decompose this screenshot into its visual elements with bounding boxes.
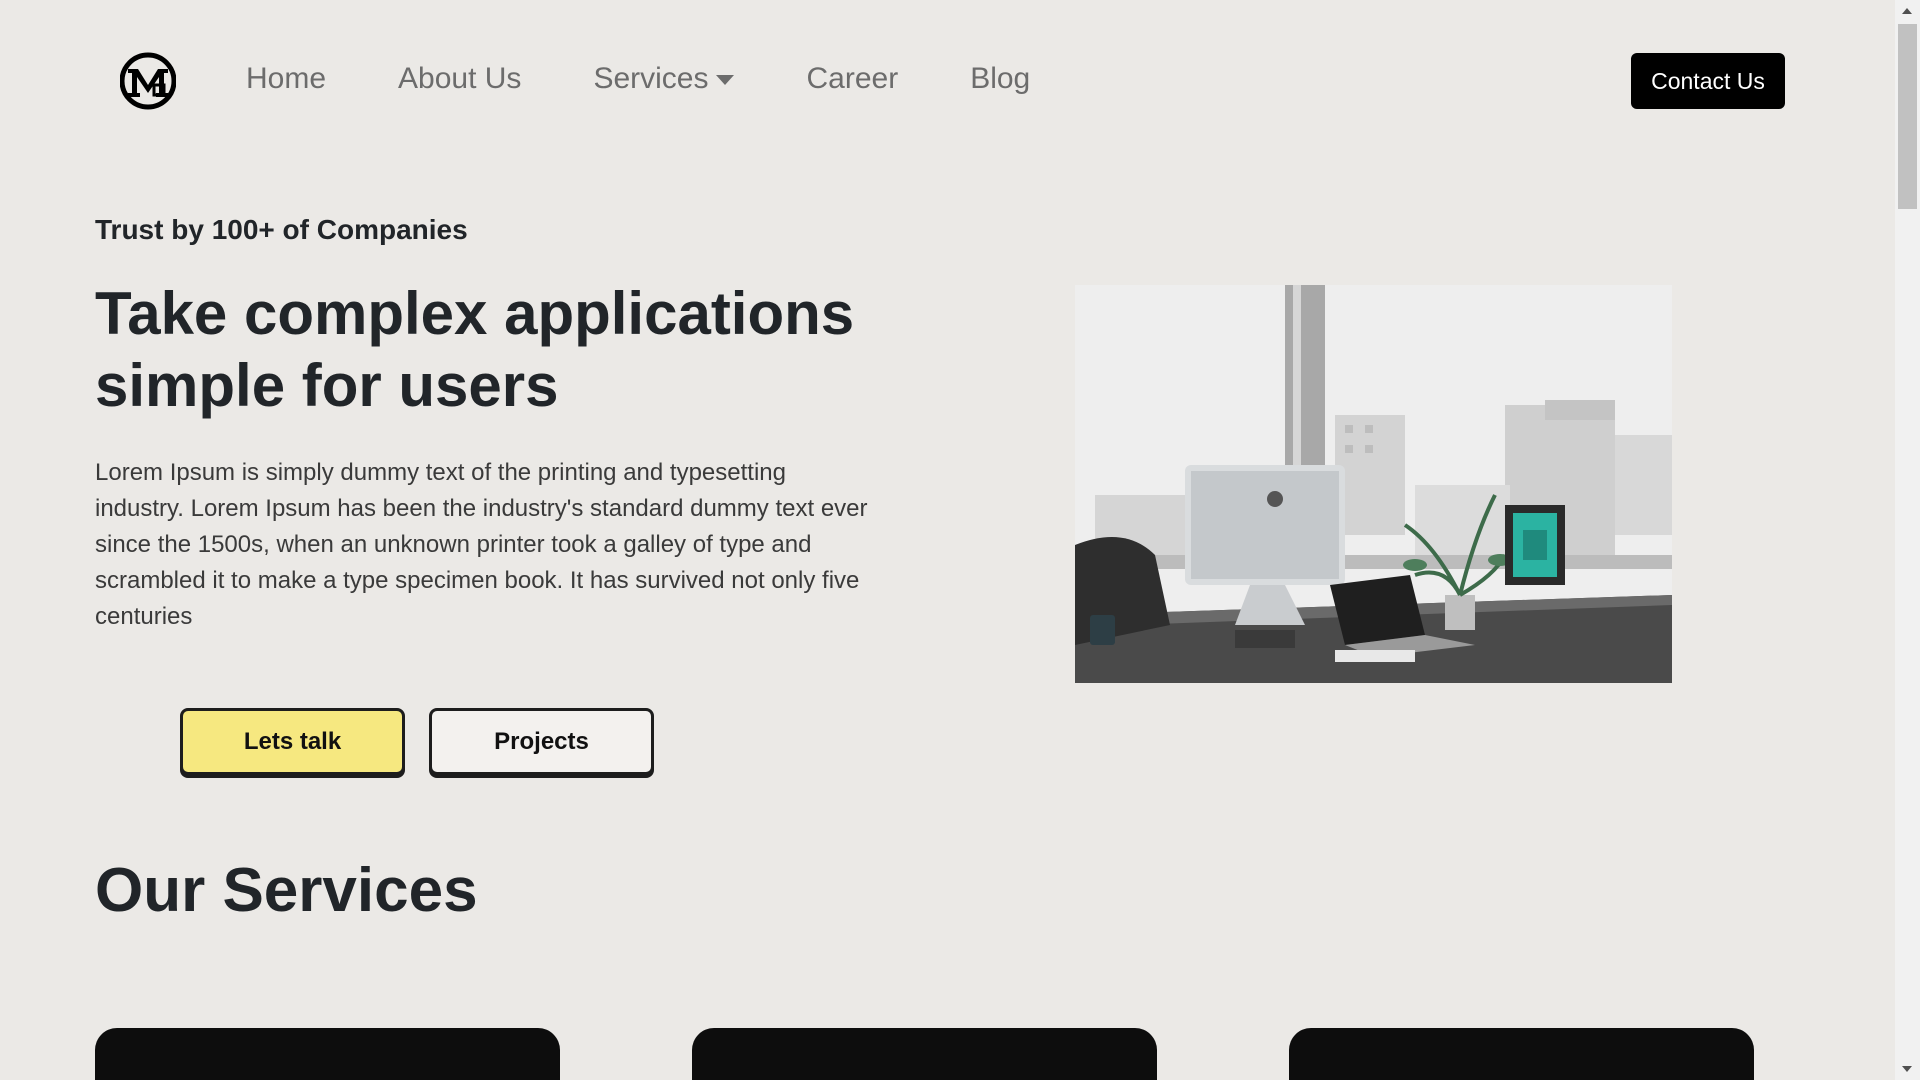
nav-home-label: Home (246, 62, 327, 95)
caret-down-icon (716, 75, 735, 85)
nav-about-us[interactable]: About Us (398, 62, 521, 96)
nav-services-label: Services (593, 62, 709, 95)
projects-button[interactable]: Projects (429, 708, 654, 775)
nav-home[interactable]: Home (246, 62, 326, 96)
scroll-up-arrow-icon[interactable] (1902, 8, 1912, 14)
nav-about-label: About Us (398, 62, 522, 95)
nav-career[interactable]: Career (806, 62, 898, 96)
vertical-scrollbar[interactable] (1895, 0, 1920, 1080)
nav-blog-label: Blog (970, 62, 1031, 95)
scrollbar-thumb[interactable] (1898, 24, 1917, 209)
nav-services-dropdown[interactable]: Services (593, 62, 735, 96)
our-services-title: Our Services (95, 856, 478, 925)
navbar: Home About Us Services Career Blog Conta… (0, 0, 1895, 164)
page: Home About Us Services Career Blog Conta… (0, 0, 1920, 1080)
service-card[interactable] (95, 1028, 560, 1080)
service-card[interactable] (1289, 1028, 1754, 1080)
hero-description: Lorem Ipsum is simply dummy text of the … (95, 459, 868, 630)
trust-text: Trust by 100+ of Companies (95, 214, 468, 245)
nav-links: Home About Us Services Career Blog (246, 62, 1102, 96)
scroll-down-arrow-icon[interactable] (1902, 1066, 1912, 1072)
mg-logo-icon[interactable] (119, 49, 177, 113)
hero-office-image (1075, 285, 1672, 683)
service-card[interactable] (692, 1028, 1157, 1080)
nav-career-label: Career (806, 62, 899, 95)
nav-blog[interactable]: Blog (970, 62, 1030, 96)
lets-talk-button[interactable]: Lets talk (180, 708, 405, 775)
hero-title: Take complex applications simple for use… (95, 280, 855, 419)
contact-us-button[interactable]: Contact Us (1631, 53, 1785, 109)
